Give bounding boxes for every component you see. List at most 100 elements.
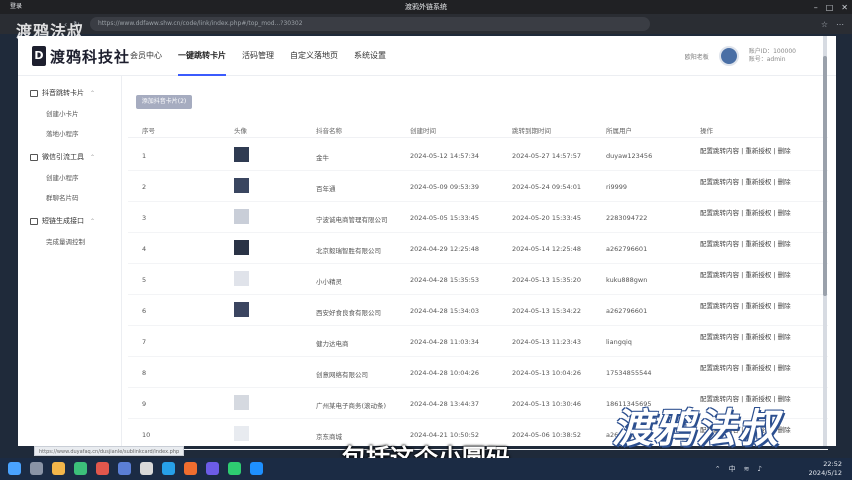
row-user: 2283094722	[606, 214, 648, 222]
tool-icon	[30, 153, 38, 161]
scrollbar-thumb[interactable]	[823, 56, 827, 296]
url-field[interactable]: https://www.ddfaww.shw.cn/code/link/inde…	[90, 17, 650, 31]
volume-icon[interactable]: ♪	[758, 465, 762, 473]
row-expire-time: 2024-05-24 09:54:01	[512, 183, 582, 191]
chevron-up-icon[interactable]: ⌃	[715, 465, 721, 473]
app-icon[interactable]	[140, 462, 153, 475]
row-user: liangqiq	[606, 338, 632, 346]
row-actions[interactable]: 配置跳转内容 | 重新授权 | 删除	[700, 333, 796, 342]
row-avatar	[234, 302, 249, 317]
chevron-up-icon: ⌃	[90, 153, 96, 161]
row-actions[interactable]: 配置跳转内容 | 重新授权 | 删除	[700, 178, 796, 187]
row-expire-time: 2024-05-13 11:23:43	[512, 338, 582, 346]
nav-tab[interactable]: 系统设置	[354, 36, 386, 76]
maximize-icon[interactable]: □	[826, 3, 834, 12]
sidebar-item-create-card[interactable]: 创建小卡片	[46, 108, 79, 118]
row-number: 7	[142, 338, 147, 346]
row-number: 9	[142, 400, 147, 408]
link-icon	[30, 217, 38, 225]
chrome-icon[interactable]	[74, 462, 87, 475]
table-row: 5 小小精灵 2024-04-28 15:35:53 2024-05-13 15:35…	[128, 264, 828, 295]
row-number: 2	[142, 183, 147, 191]
row-user: 17534855544	[606, 369, 652, 377]
row-expire-time: 2024-05-13 10:04:26	[512, 369, 582, 377]
avatar[interactable]	[718, 46, 739, 66]
nav-tab[interactable]: 活码管理	[242, 36, 274, 76]
row-number: 3	[142, 214, 147, 222]
row-created-time: 2024-04-28 15:35:53	[410, 276, 480, 284]
folder-icon[interactable]	[52, 462, 65, 475]
browser-titlebar: 登录 渡鸦外链系统 – □ ✕	[0, 0, 852, 14]
row-name: 西安好食良食有限公司	[316, 309, 381, 317]
main-content: 添加抖音卡片(2) 序号 头像 抖音名称 创建时间 跳转到期时间 所属用户 操作…	[128, 76, 836, 450]
wechat-icon[interactable]	[228, 462, 241, 475]
chevron-up-icon: ⌃	[90, 217, 96, 225]
row-actions[interactable]: 配置跳转内容 | 重新授权 | 删除	[700, 147, 796, 156]
windows-start-icon[interactable]	[8, 462, 21, 475]
row-created-time: 2024-04-28 13:44:37	[410, 400, 480, 408]
row-name: 健力达电商	[316, 340, 349, 348]
user-account: 账号：admin	[748, 56, 786, 63]
clock-time: 22:52	[823, 460, 842, 468]
row-expire-time: 2024-05-14 12:25:48	[512, 245, 582, 253]
sidebar-item-group-card[interactable]: 群聊名片码	[46, 192, 79, 202]
system-tray: ⌃ 中 ≋ ♪	[715, 462, 762, 476]
row-number: 4	[142, 245, 147, 253]
star-icon[interactable]: ☆	[821, 20, 828, 29]
row-actions[interactable]: 配置跳转内容 | 重新授权 | 删除	[700, 240, 796, 249]
taskbar-apps	[8, 462, 263, 476]
row-actions[interactable]: 配置跳转内容 | 重新授权 | 删除	[700, 302, 796, 311]
table-row: 7 健力达电商 2024-04-28 11:03:34 2024-05-13 11:2…	[128, 326, 828, 357]
row-expire-time: 2024-05-13 10:30:46	[512, 400, 582, 408]
sidebar-group-label: 微信引流工具	[42, 153, 84, 161]
top-navigation: D 渡鸦科技社 会员中心 一键跳转卡片 活码管理 自定义落地页 系统设置 欧阳老板 账户…	[18, 36, 836, 76]
nav-tab[interactable]: 一键跳转卡片	[178, 36, 226, 76]
row-user: ri9999	[606, 183, 628, 191]
row-created-time: 2024-04-28 10:04:26	[410, 369, 480, 377]
column-header: 跳转到期时间	[512, 127, 551, 135]
app-icon[interactable]	[162, 462, 175, 475]
app-icon[interactable]	[206, 462, 219, 475]
card-icon	[30, 89, 38, 97]
add-card-button[interactable]: 添加抖音卡片(2)	[136, 95, 192, 109]
row-created-time: 2024-04-28 11:03:34	[410, 338, 480, 346]
sidebar-item-create-miniapp[interactable]: 创建小程序	[46, 172, 79, 182]
sidebar-group-shortlink[interactable]: 短链生成接口 ⌃	[30, 216, 95, 226]
nav-tab[interactable]: 自定义落地页	[290, 36, 338, 76]
input-language[interactable]: 中	[729, 464, 736, 474]
close-icon[interactable]: ✕	[841, 3, 848, 12]
row-actions[interactable]: 配置跳转内容 | 重新授权 | 删除	[700, 209, 796, 218]
user-area: 欧阳老板 账户ID：100000 账号：admin	[685, 44, 796, 68]
sidebar-item-volume-control[interactable]: 完成量调控制	[46, 236, 85, 246]
row-avatar	[234, 333, 249, 348]
row-avatar	[234, 209, 249, 224]
clock[interactable]: 22:52 2024/5/12	[809, 460, 842, 478]
app-icon[interactable]	[96, 462, 109, 475]
app-icon[interactable]	[118, 462, 131, 475]
extensions-icon[interactable]: ⋯	[836, 20, 844, 29]
row-name: 小小精灵	[316, 278, 342, 286]
user-meta: 账户ID：100000 账号：admin	[749, 48, 796, 64]
row-name: 金牛	[316, 154, 329, 162]
column-header: 操作	[700, 127, 713, 135]
app-icon[interactable]	[250, 462, 263, 475]
row-actions[interactable]: 配置跳转内容 | 重新授权 | 删除	[700, 271, 796, 280]
row-name: 创意网络有限公司	[316, 371, 368, 379]
search-icon[interactable]	[30, 462, 43, 475]
wifi-icon[interactable]: ≋	[744, 465, 750, 473]
table-header: 序号 头像 抖音名称 创建时间 跳转到期时间 所属用户 操作	[128, 120, 828, 138]
row-name: 北京毅瑞智胜有限公司	[316, 247, 381, 255]
row-number: 5	[142, 276, 147, 284]
nav-tab[interactable]: 会员中心	[130, 36, 162, 76]
table-row: 4 北京毅瑞智胜有限公司 2024-04-29 12:25:48 2024-05-14…	[128, 233, 828, 264]
page-scrollbar[interactable]	[823, 36, 827, 446]
logo-text: 渡鸦科技社	[50, 47, 131, 66]
sidebar-group-douyin[interactable]: 抖音跳转卡片 ⌃	[30, 88, 95, 98]
app-icon[interactable]	[184, 462, 197, 475]
sidebar-group-label: 抖音跳转卡片	[42, 89, 84, 97]
row-actions[interactable]: 配置跳转内容 | 重新授权 | 删除	[700, 364, 796, 373]
table-row: 2 百年通 2024-05-09 09:53:39 2024-05-24 09:54:…	[128, 171, 828, 202]
sidebar-group-wechat[interactable]: 微信引流工具 ⌃	[30, 152, 95, 162]
sidebar-item-landing-app[interactable]: 落地小程序	[46, 128, 79, 138]
minimize-icon[interactable]: –	[814, 3, 818, 12]
